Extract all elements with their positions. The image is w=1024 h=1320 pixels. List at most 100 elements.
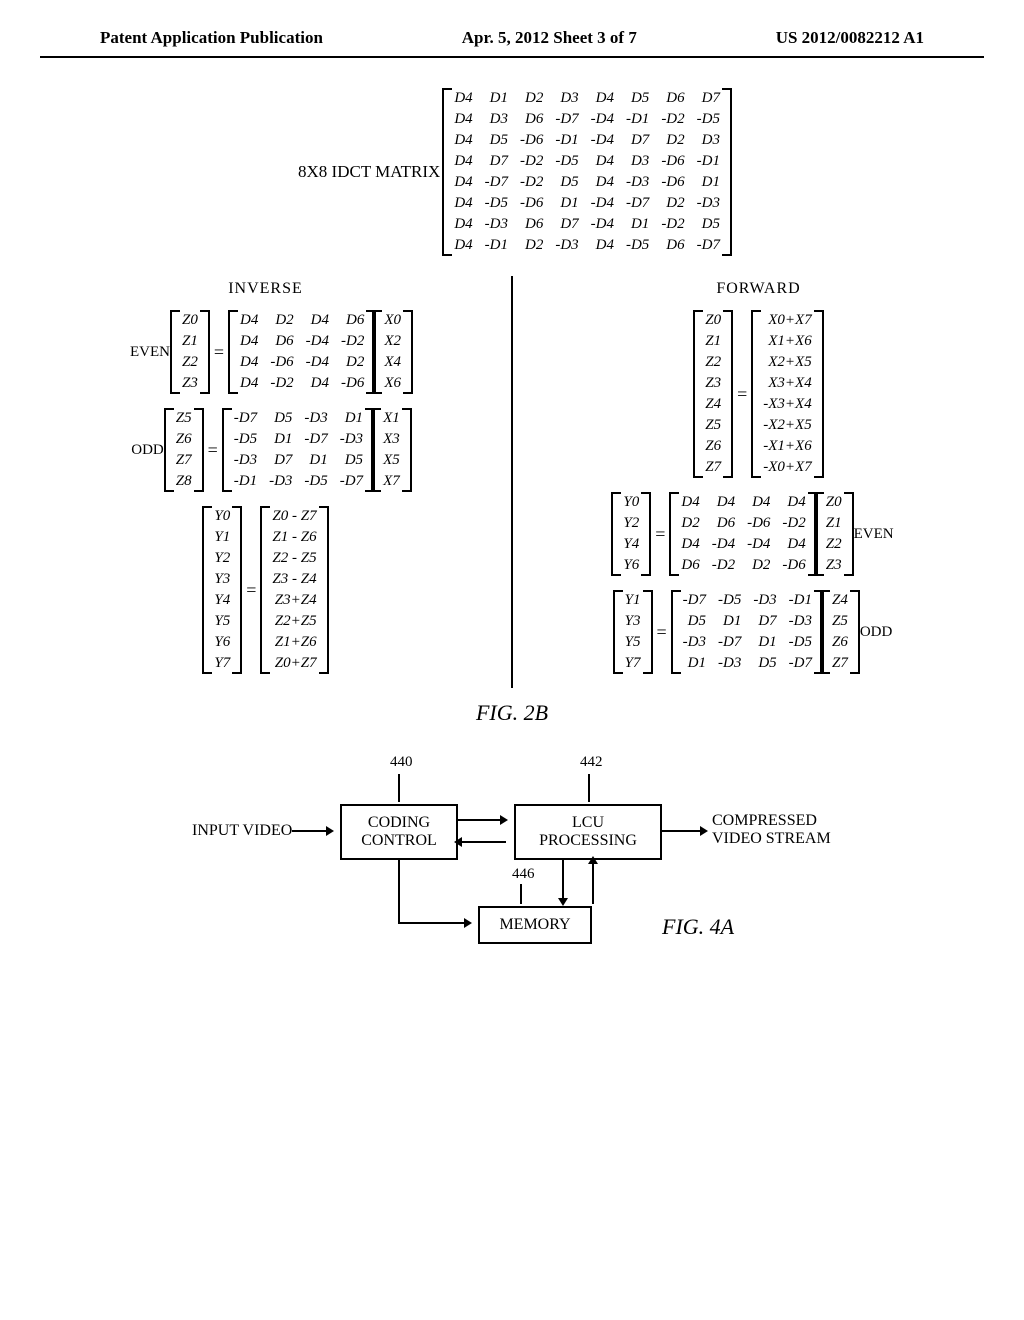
matrix-cell: X2: [378, 331, 407, 352]
matrix-cell: -D4: [741, 534, 776, 555]
matrix-cell: -D5: [298, 471, 333, 492]
matrix-cell: Z0: [699, 310, 727, 331]
matrix-cell: D4: [448, 172, 478, 193]
ref-442: 442: [580, 754, 603, 771]
matrix-cell: -D7: [298, 429, 333, 450]
matrix-cell: D1: [677, 653, 712, 674]
matrix-cell: Y5: [619, 632, 647, 653]
matrix-cell: Y2: [208, 548, 236, 569]
matrix-cell: -D5: [620, 235, 655, 256]
matrix-cell: -D7: [549, 109, 584, 130]
matrix-cell: Z0: [820, 492, 848, 513]
matrix-cell: D2: [741, 555, 776, 576]
matrix-cell: Z6: [699, 436, 727, 457]
matrix-cell: Z2+Z5: [266, 611, 322, 632]
odd-label-fwd: ODD: [860, 624, 893, 641]
matrix-cell: -D7: [677, 590, 712, 611]
matrix-cell: D4: [585, 172, 620, 193]
matrix-cell: X1: [377, 408, 406, 429]
matrix-cell: Z1+Z6: [266, 632, 322, 653]
matrix-cell: -D7: [783, 653, 818, 674]
matrix-cell: D5: [549, 172, 584, 193]
matrix-cell: D7: [691, 88, 726, 109]
matrix-cell: D3: [620, 151, 655, 172]
matrix-cell: D6: [655, 235, 690, 256]
matrix-cell: D6: [655, 88, 690, 109]
even-label-fwd: EVEN: [854, 526, 894, 543]
matrix-cell: D7: [549, 214, 584, 235]
matrix-cell: D3: [549, 88, 584, 109]
matrix-cell: D2: [655, 130, 690, 151]
matrix-cell: Z7: [170, 450, 198, 471]
matrix-cell: D4: [776, 534, 811, 555]
matrix-cell: D4: [448, 130, 478, 151]
matrix-cell: -X3+X4: [757, 394, 817, 415]
matrix-cell: X3: [377, 429, 406, 450]
matrix-cell: D2: [675, 513, 705, 534]
matrix-cell: D5: [691, 214, 726, 235]
matrix-cell: D6: [264, 331, 299, 352]
matrix-cell: Z2: [176, 352, 204, 373]
matrix-cell: Z7: [826, 653, 854, 674]
matrix-cell: D4: [234, 331, 264, 352]
matrix-cell: Z3: [699, 373, 727, 394]
matrix-cell: -D2: [264, 373, 299, 394]
matrix-cell: X1+X6: [757, 331, 817, 352]
arrow-cc-to-memory: [398, 922, 470, 924]
matrix-cell: D2: [655, 193, 690, 214]
matrix-cell: -D3: [677, 632, 712, 653]
matrix-cell: -D6: [776, 555, 811, 576]
arrow-lcu-to-memory: [562, 858, 564, 904]
matrix-cell: -D3: [783, 611, 818, 632]
matrix-cell: -D7: [228, 408, 263, 429]
matrix-cell: -D7: [620, 193, 655, 214]
matrix-cell: D6: [335, 310, 370, 331]
matrix-cell: Z5: [826, 611, 854, 632]
matrix-cell: Z3+Z4: [266, 590, 322, 611]
column-separator: [511, 276, 513, 688]
matrix-cell: -D2: [706, 555, 741, 576]
matrix-cell: D2: [514, 88, 549, 109]
matrix-cell: Z3: [820, 555, 848, 576]
matrix-cell: Y7: [208, 653, 236, 674]
matrix-cell: Z6: [826, 632, 854, 653]
matrix-cell: D1: [334, 408, 369, 429]
matrix-cell: -D7: [479, 172, 514, 193]
matrix-cell: Z0+Z7: [266, 653, 322, 674]
matrix-cell: -D2: [655, 214, 690, 235]
matrix-cell: Z5: [699, 415, 727, 436]
matrix-cell: X4: [378, 352, 407, 373]
matrix-cell: -D1: [620, 109, 655, 130]
matrix-cell: Z5: [170, 408, 198, 429]
matrix-cell: -D2: [655, 109, 690, 130]
matrix-cell: D7: [620, 130, 655, 151]
matrix-cell: D4: [448, 88, 478, 109]
matrix-cell: -D5: [549, 151, 584, 172]
idct-matrix-section: 8X8 IDCT MATRIX D4D1D2D3D4D5D6D7D4D3D6-D…: [70, 88, 954, 256]
matrix-cell: D7: [479, 151, 514, 172]
matrix-cell: Y3: [619, 611, 647, 632]
matrix-cell: D1: [712, 611, 747, 632]
matrix-cell: -X2+X5: [757, 415, 817, 436]
matrix-cell: -D2: [335, 331, 370, 352]
idct-label: 8X8 IDCT MATRIX: [298, 162, 440, 182]
inverse-odd-block: ODD Z5Z6Z7Z8 = -D7D5-D3D1-D5D1-D7-D3-D3D…: [70, 408, 461, 492]
matrix-cell: -D5: [479, 193, 514, 214]
matrix-cell: D2: [335, 352, 370, 373]
matrix-cell: D1: [479, 88, 514, 109]
matrix-cell: D5: [479, 130, 514, 151]
matrix-cell: -D1: [783, 590, 818, 611]
matrix-cell: X7: [377, 471, 406, 492]
matrix-cell: D1: [620, 214, 655, 235]
matrix-cell: Y4: [617, 534, 645, 555]
matrix-cell: -D4: [300, 352, 335, 373]
arrow-memory-to-lcu: [592, 858, 594, 904]
coding-control-box: CODING CONTROL: [340, 804, 458, 860]
matrix-cell: -D3: [549, 235, 584, 256]
matrix-cell: D6: [675, 555, 705, 576]
matrix-cell: -D4: [585, 193, 620, 214]
matrix-cell: X3+X4: [757, 373, 817, 394]
matrix-cell: Y1: [208, 527, 236, 548]
matrix-cell: D7: [747, 611, 782, 632]
matrix-cell: Z3 - Z4: [266, 569, 322, 590]
